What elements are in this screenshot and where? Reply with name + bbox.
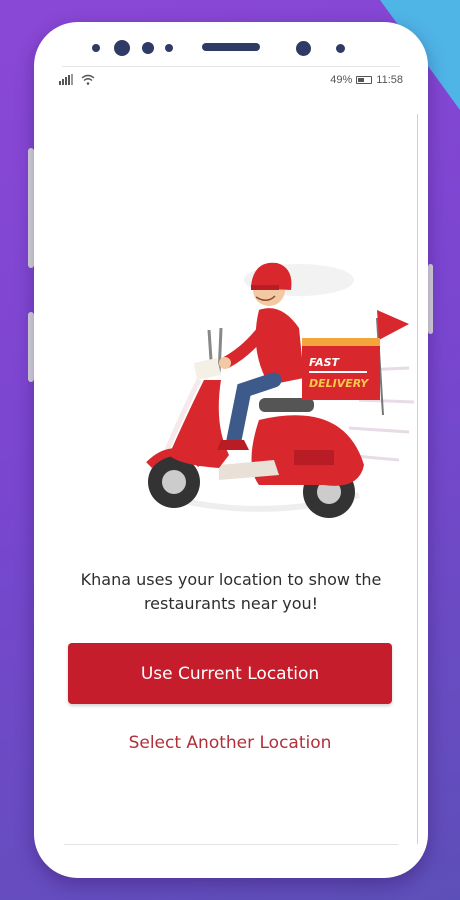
status-right: 49% 11:58	[330, 74, 403, 86]
phone-frame: 49% 11:58 FAST DELIVERY Khana uses your …	[34, 22, 428, 878]
earpiece-speaker	[202, 43, 260, 51]
sensor-dot	[142, 42, 154, 54]
status-time: 11:58	[376, 74, 403, 86]
sensor-dot	[336, 44, 345, 53]
message-line-2: restaurants near you!	[143, 594, 319, 613]
select-another-location-link[interactable]: Select Another Location	[68, 729, 392, 757]
status-bar: 49% 11:58	[59, 72, 403, 90]
battery-fill	[358, 78, 365, 82]
wifi-icon	[81, 74, 95, 85]
notch-divider	[62, 66, 400, 67]
box-text-delivery: DELIVERY	[309, 377, 369, 390]
use-current-location-button[interactable]: Use Current Location	[68, 643, 392, 704]
front-camera	[296, 41, 311, 56]
camera-dot	[114, 40, 130, 56]
power-button	[428, 264, 433, 334]
battery-percent: 49%	[330, 74, 353, 86]
status-left	[59, 74, 95, 85]
sensor-dot	[165, 44, 173, 52]
signal-icon	[59, 74, 73, 85]
bottom-divider	[64, 844, 398, 845]
location-message: Khana uses your location to show the res…	[54, 568, 408, 616]
box-text-fast: FAST	[309, 356, 341, 369]
battery-icon	[356, 76, 373, 84]
sensor-dot	[92, 44, 100, 52]
message-line-1: Khana uses your location to show the	[80, 570, 382, 589]
delivery-scooter-illustration: FAST DELIVERY	[146, 262, 415, 518]
phone-top-hardware	[34, 22, 428, 78]
